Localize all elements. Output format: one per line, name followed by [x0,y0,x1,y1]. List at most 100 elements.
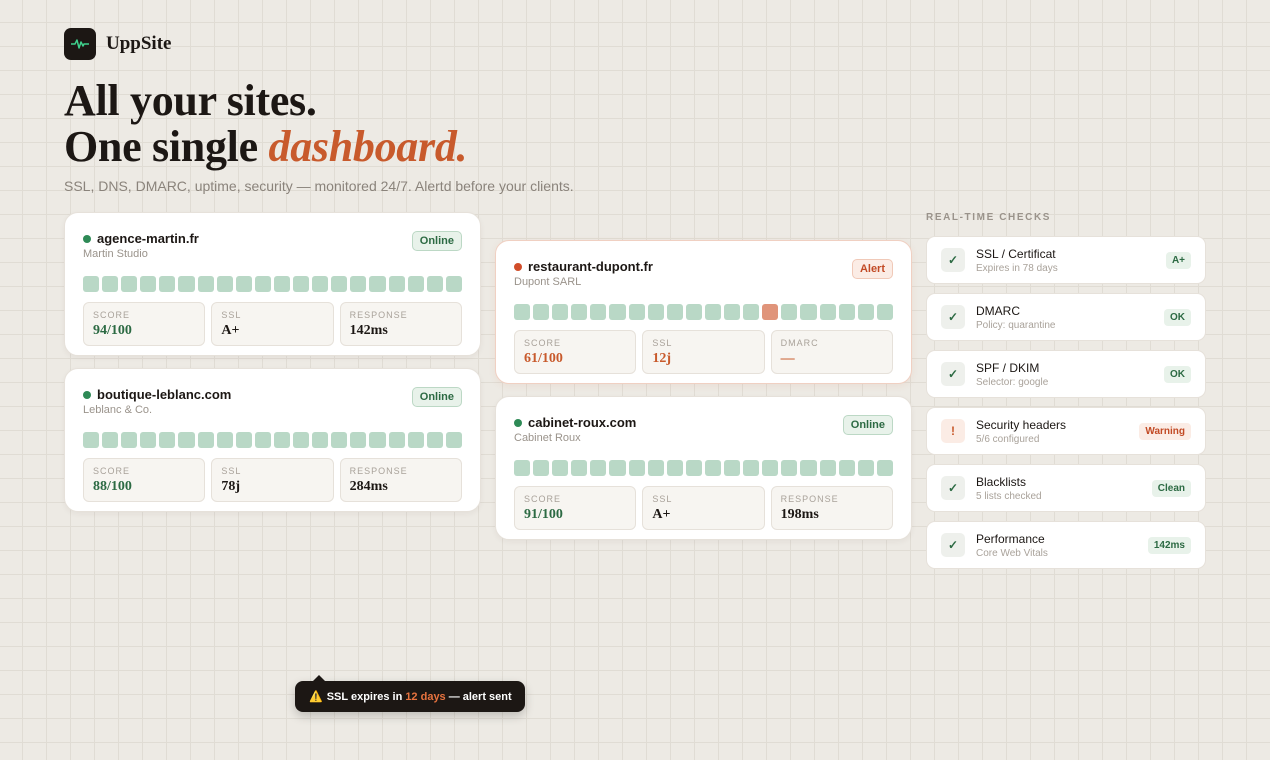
uptime-bar[interactable] [704,304,722,320]
uptime-bar[interactable] [197,276,214,292]
uptime-bar[interactable] [838,304,855,320]
uptime-bar[interactable] [273,276,291,292]
pulse-logo-icon [64,28,96,60]
uptime-bar[interactable] [704,460,722,476]
uptime-bar[interactable] [571,304,588,320]
uptime-bar[interactable] [514,304,531,320]
uptime-bar[interactable] [102,276,119,292]
check-item[interactable]: ✓ SSL / Certificat Expires in 78 days A+ [926,236,1206,284]
site-card[interactable]: boutique-leblanc.com Leblanc & Co. Onlin… [64,368,481,512]
uptime-bar-down[interactable] [762,304,779,320]
uptime-bar[interactable] [235,432,252,448]
uptime-bar[interactable] [140,432,157,448]
uptime-bar[interactable] [685,304,702,320]
alert-toast[interactable]: ⚠️ SSL expires in 12 days — alert sent [295,675,525,712]
uptime-bar[interactable] [83,276,100,292]
check-item[interactable]: ! Security headers 5/6 configured Warnin… [926,407,1206,455]
uptime-bar[interactable] [514,460,531,476]
site-name[interactable]: cabinet-roux.com [528,415,636,430]
uptime-bar[interactable] [609,460,626,476]
uptime-bar[interactable] [293,432,310,448]
uptime-bar[interactable] [83,432,100,448]
uptime-bar[interactable] [331,276,348,292]
uptime-bar[interactable] [647,304,664,320]
uptime-bar[interactable] [876,460,893,476]
uptime-bar[interactable] [800,304,817,320]
uptime-bar[interactable] [609,304,626,320]
uptime-bar[interactable] [819,304,836,320]
status-dot [514,418,522,427]
uptime-bar[interactable] [159,432,176,448]
uptime-bar[interactable] [838,460,855,476]
uptime-bar[interactable] [743,460,760,476]
uptime-bar[interactable] [216,432,233,448]
uptime-bar[interactable] [426,276,443,292]
uptime-bar[interactable] [819,460,836,476]
uptime-bar[interactable] [857,304,874,320]
uptime-bar[interactable] [197,432,214,448]
uptime-bar[interactable] [235,276,252,292]
uptime-bar[interactable] [140,276,157,292]
uptime-bar[interactable] [216,276,233,292]
uptime-bar[interactable] [552,460,569,476]
uptime-bar[interactable] [178,276,195,292]
uptime-bar[interactable] [273,432,291,448]
uptime-bar[interactable] [533,304,550,320]
uptime-bar[interactable] [857,460,874,476]
uptime-bar[interactable] [781,304,798,320]
uptime-bar[interactable] [178,432,195,448]
uptime-bar[interactable] [552,304,569,320]
uptime-bar[interactable] [121,432,138,448]
uptime-bar[interactable] [331,432,348,448]
uptime-bar[interactable] [533,460,550,476]
brand[interactable]: UppSite [64,28,171,60]
uptime-bar[interactable] [743,304,760,320]
stat-label: RESPONSE [780,494,839,504]
uptime-bar[interactable] [159,276,176,292]
uptime-bar[interactable] [388,432,405,448]
check-item[interactable]: ✓ Blacklists 5 lists checked Clean [926,464,1206,512]
uptime-bar[interactable] [445,276,462,292]
uptime-bar[interactable] [369,432,386,448]
uptime-bar[interactable] [800,460,817,476]
uptime-bar[interactable] [647,460,664,476]
uptime-bar[interactable] [876,304,893,320]
uptime-bar[interactable] [781,460,798,476]
site-card[interactable]: restaurant-dupont.fr Dupont SARL Alert S… [495,240,912,384]
uptime-bar[interactable] [666,460,683,476]
check-item[interactable]: ✓ Performance Core Web Vitals 142ms [926,521,1206,569]
uptime-bar[interactable] [350,276,367,292]
uptime-bar[interactable] [590,304,607,320]
uptime-bar[interactable] [590,460,607,476]
uptime-bar[interactable] [724,460,741,476]
uptime-bar[interactable] [426,432,443,448]
uptime-bar[interactable] [293,276,310,292]
uptime-bar[interactable] [350,432,367,448]
site-card[interactable]: agence-martin.fr Martin Studio Online SC… [64,212,481,356]
uptime-bar[interactable] [666,304,683,320]
uptime-bar[interactable] [407,276,424,292]
uptime-bar[interactable] [571,460,588,476]
uptime-bar[interactable] [388,276,405,292]
uptime-bar[interactable] [312,432,329,448]
site-name[interactable]: agence-martin.fr [97,231,199,246]
uptime-bar[interactable] [369,276,386,292]
uptime-bar[interactable] [312,276,329,292]
site-name[interactable]: boutique-leblanc.com [97,387,231,402]
stats-row: SCORE 88/100 SSL 78j RESPONSE 284ms [83,458,462,502]
uptime-bar[interactable] [121,276,138,292]
site-card[interactable]: cabinet-roux.com Cabinet Roux Online SCO… [495,396,912,540]
check-item[interactable]: ✓ DMARC Policy: quarantine OK [926,293,1206,341]
uptime-bar[interactable] [685,460,702,476]
uptime-bar[interactable] [762,460,779,476]
check-item[interactable]: ✓ SPF / DKIM Selector: google OK [926,350,1206,398]
uptime-bar[interactable] [254,276,271,292]
uptime-bar[interactable] [407,432,424,448]
uptime-bar[interactable] [102,432,119,448]
site-name[interactable]: restaurant-dupont.fr [528,259,653,274]
uptime-bar[interactable] [724,304,741,320]
uptime-bar[interactable] [628,304,645,320]
uptime-bar[interactable] [445,432,462,448]
uptime-bar[interactable] [254,432,271,448]
uptime-bar[interactable] [628,460,645,476]
